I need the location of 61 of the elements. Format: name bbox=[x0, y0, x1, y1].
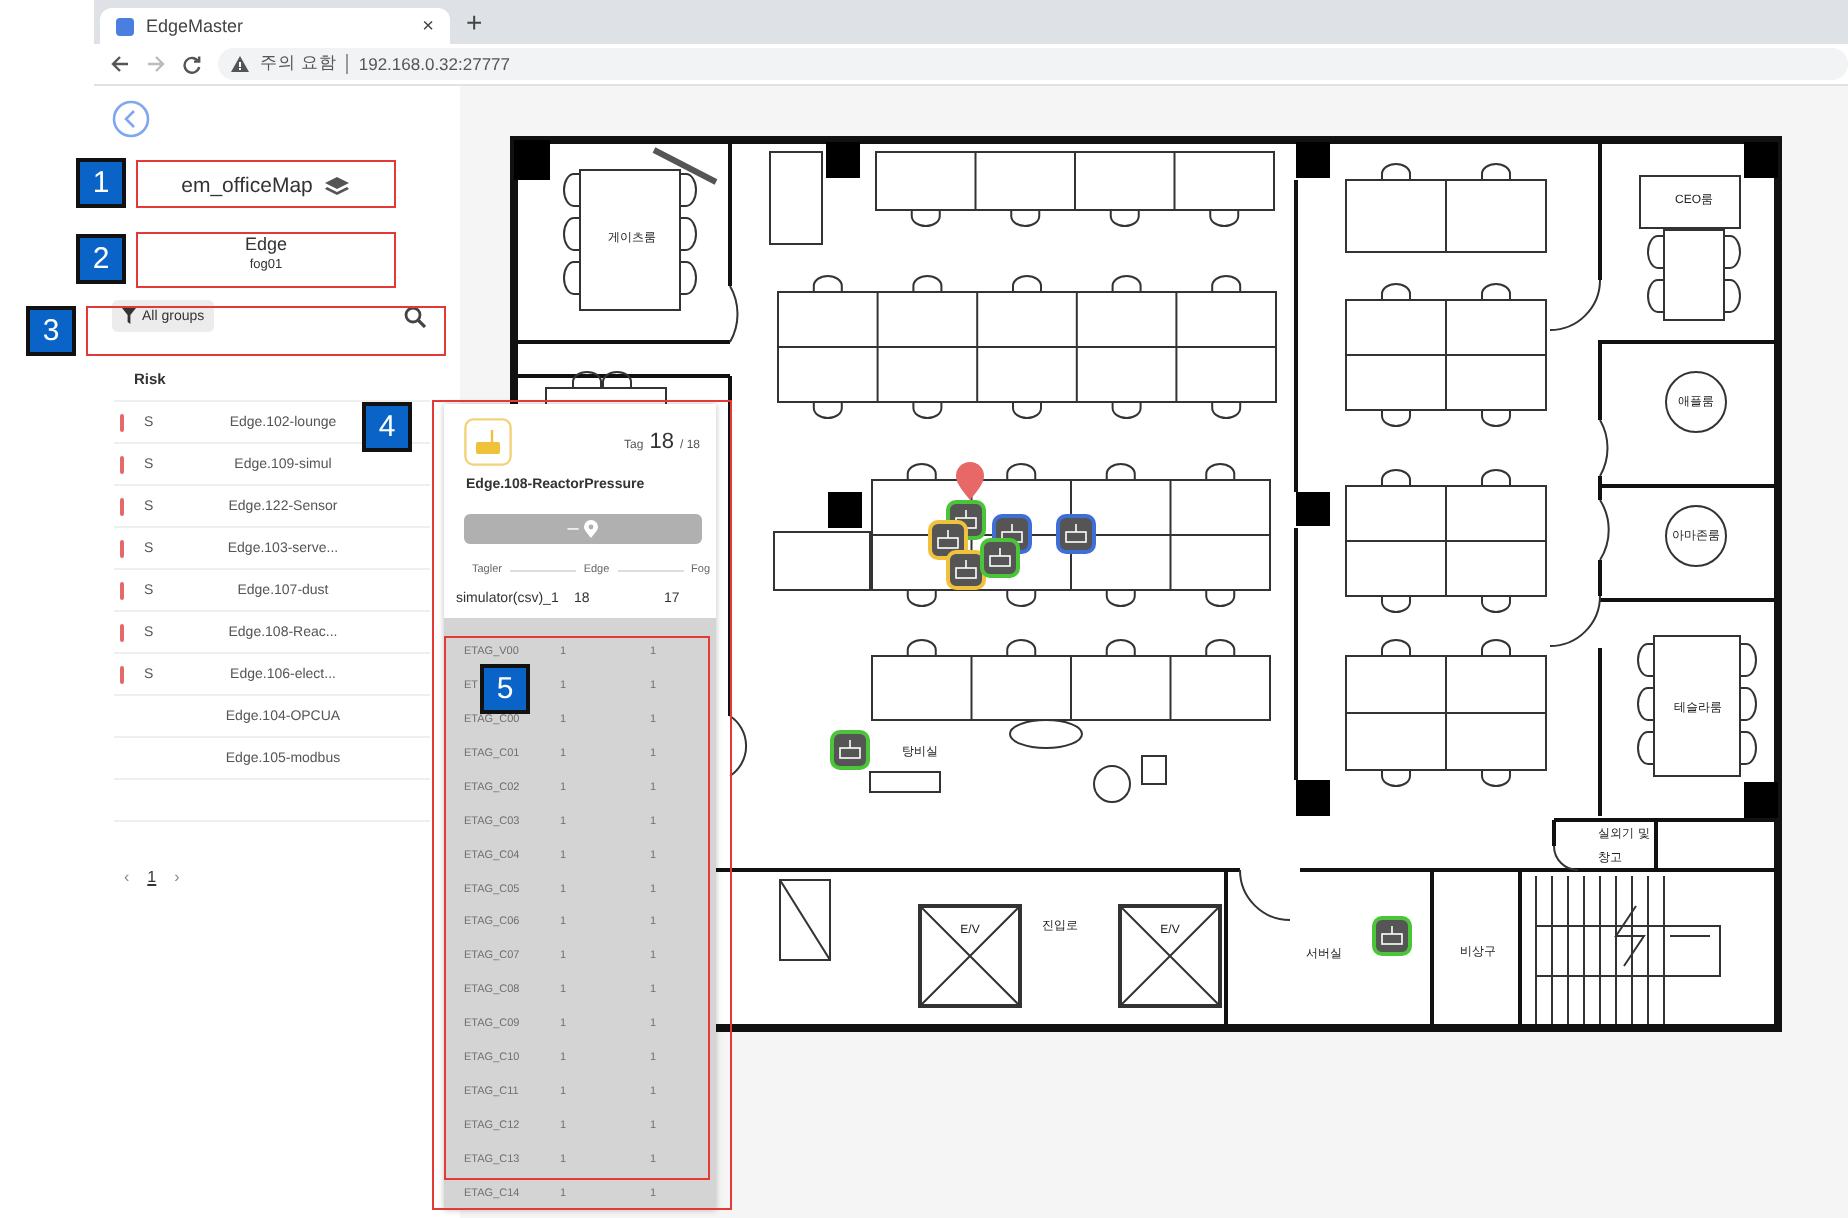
desk-drawing bbox=[769, 151, 823, 245]
pillar bbox=[1744, 782, 1778, 818]
device-marker[interactable] bbox=[1372, 916, 1412, 956]
door-arc bbox=[1553, 845, 1579, 871]
device-marker[interactable] bbox=[980, 538, 1020, 578]
close-tab-button[interactable]: × bbox=[422, 15, 434, 37]
device-marker[interactable] bbox=[946, 550, 986, 590]
pillar bbox=[1296, 492, 1330, 526]
meeting-table bbox=[1637, 635, 1757, 777]
previous-page-link[interactable]: ‹ bbox=[124, 868, 130, 886]
tag-count: 18 bbox=[649, 430, 674, 454]
pillar bbox=[1296, 142, 1330, 178]
door-arc bbox=[1549, 279, 1601, 331]
pillar bbox=[514, 140, 550, 180]
round-table bbox=[1665, 371, 1727, 433]
pillar bbox=[1296, 780, 1330, 816]
door-arc bbox=[729, 715, 748, 777]
new-tab-button[interactable]: + bbox=[466, 6, 483, 38]
annotation-number: 3 bbox=[26, 306, 76, 356]
door-arc bbox=[1549, 595, 1601, 647]
pillar bbox=[826, 142, 860, 178]
address-bar[interactable]: 주의 요함 192.168.0.32:27777 bbox=[218, 48, 1848, 80]
shaft-drawing bbox=[779, 879, 831, 961]
annotation-number: 2 bbox=[76, 234, 126, 284]
meeting-table bbox=[563, 169, 697, 311]
search-icon[interactable] bbox=[404, 305, 426, 327]
pillar bbox=[1744, 142, 1778, 178]
page-link[interactable]: 1 bbox=[147, 868, 157, 886]
counter-drawing bbox=[869, 771, 941, 793]
back-icon[interactable] bbox=[110, 54, 130, 74]
browser-tab[interactable]: EdgeMaster × bbox=[100, 8, 450, 44]
favicon-icon bbox=[116, 17, 134, 35]
sofa-drawing bbox=[1009, 719, 1083, 749]
filter-icon bbox=[122, 308, 136, 324]
url-text: 192.168.0.32:27777 bbox=[358, 54, 511, 74]
edge-title: Edge bbox=[244, 234, 288, 254]
annotation-number: 4 bbox=[362, 402, 412, 452]
door-arc bbox=[1599, 499, 1610, 561]
security-label: 주의 요함 bbox=[260, 52, 337, 76]
layers-icon[interactable] bbox=[324, 175, 351, 197]
round-table bbox=[1093, 765, 1131, 803]
device-marker[interactable] bbox=[1056, 514, 1096, 554]
elevator-drawing bbox=[918, 904, 1022, 1008]
next-page-link[interactable]: › bbox=[174, 868, 180, 886]
door-arc bbox=[1239, 869, 1291, 921]
pillar bbox=[828, 492, 862, 528]
door-arc bbox=[729, 285, 739, 343]
map-name: em_officeMap bbox=[181, 174, 313, 198]
warning-icon bbox=[230, 54, 250, 74]
elevator-drawing bbox=[1118, 904, 1222, 1008]
annotation-number: 5 bbox=[480, 664, 530, 714]
door-arc bbox=[1599, 419, 1609, 477]
device-marker[interactable] bbox=[830, 730, 870, 770]
router-icon bbox=[464, 418, 512, 466]
device-marker[interactable] bbox=[928, 520, 968, 560]
cabinet-drawing bbox=[1141, 755, 1167, 785]
round-table bbox=[1665, 505, 1727, 567]
reload-icon[interactable] bbox=[182, 54, 202, 74]
location-pin-icon bbox=[956, 462, 984, 500]
annotation-number: 1 bbox=[76, 158, 126, 208]
pin-icon bbox=[584, 520, 599, 539]
